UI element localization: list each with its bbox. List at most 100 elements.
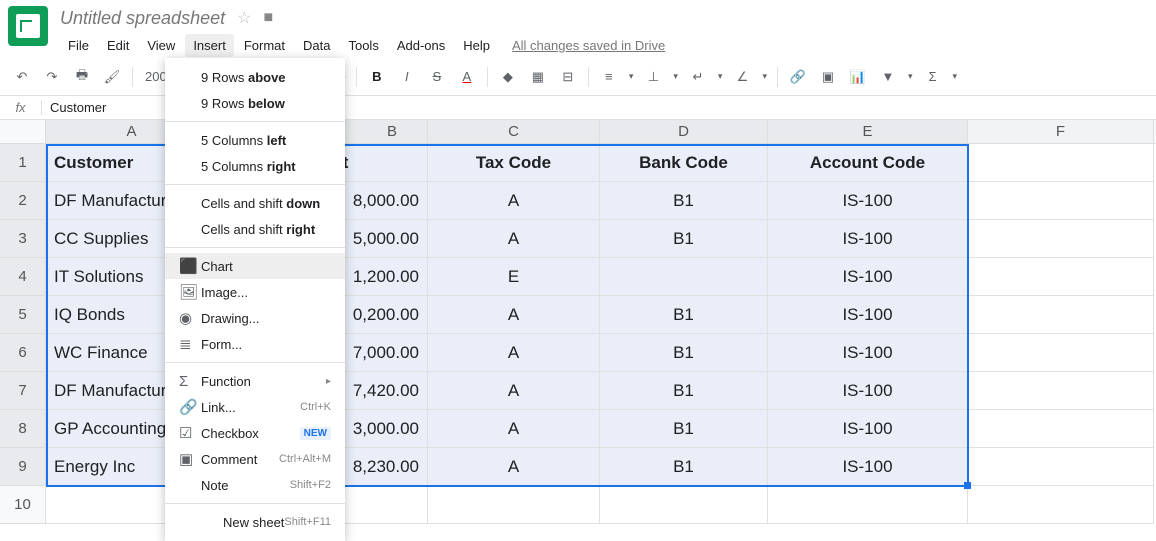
saved-status[interactable]: All changes saved in Drive [512, 38, 665, 53]
italic-button[interactable]: I [393, 63, 421, 91]
link-button[interactable]: 🔗 [784, 63, 812, 91]
menu-item-new-sheet[interactable]: New sheetShift+F11 [165, 509, 345, 535]
cell-C2[interactable]: A [428, 182, 600, 220]
borders-button[interactable]: ▦ [524, 63, 552, 91]
menu-item-right[interactable]: 5 Columns right [165, 153, 345, 179]
cell-E4[interactable]: IS-100 [768, 258, 968, 296]
cell-C1[interactable]: Tax Code [428, 144, 600, 182]
cell-C5[interactable]: A [428, 296, 600, 334]
cell-E1[interactable]: Account Code [768, 144, 968, 182]
halign-button[interactable]: ≡ [595, 63, 623, 91]
cell-C6[interactable]: A [428, 334, 600, 372]
cell-D7[interactable]: B1 [600, 372, 768, 410]
menu-item-comment[interactable]: ▣CommentCtrl+Alt+M [165, 446, 345, 472]
menu-tools[interactable]: Tools [340, 34, 386, 57]
rotate-button[interactable]: ∠ [728, 63, 756, 91]
menu-item-function[interactable]: ΣFunction▸ [165, 368, 345, 394]
menu-item-drawing-[interactable]: ◉Drawing... [165, 305, 345, 331]
redo-button[interactable]: ↷ [38, 63, 66, 91]
cell-C7[interactable]: A [428, 372, 600, 410]
cell-D1[interactable]: Bank Code [600, 144, 768, 182]
menu-item-below[interactable]: 9 Rows below [165, 90, 345, 116]
star-icon[interactable]: ☆ [237, 8, 251, 28]
row-header-9[interactable]: 9 [0, 448, 46, 486]
undo-button[interactable]: ↶ [8, 63, 36, 91]
menu-help[interactable]: Help [455, 34, 498, 57]
text-color-button[interactable]: A [453, 63, 481, 91]
bold-button[interactable]: B [363, 63, 391, 91]
cell-F8[interactable] [968, 410, 1154, 448]
cell-F9[interactable] [968, 448, 1154, 486]
row-header-10[interactable]: 10 [0, 486, 46, 524]
menu-edit[interactable]: Edit [99, 34, 137, 57]
cell-F3[interactable] [968, 220, 1154, 258]
cell-D6[interactable]: B1 [600, 334, 768, 372]
cell-D4[interactable] [600, 258, 768, 296]
col-header-E[interactable]: E [768, 120, 968, 143]
row-header-6[interactable]: 6 [0, 334, 46, 372]
row-header-2[interactable]: 2 [0, 182, 46, 220]
doc-title[interactable]: Untitled spreadsheet [60, 8, 225, 29]
cell-E10[interactable] [768, 486, 968, 524]
cell-F7[interactable] [968, 372, 1154, 410]
wrap-button[interactable]: ↵ [684, 63, 712, 91]
cell-E2[interactable]: IS-100 [768, 182, 968, 220]
cell-F6[interactable] [968, 334, 1154, 372]
cell-C9[interactable]: A [428, 448, 600, 486]
menu-item-form-[interactable]: ≣Form... [165, 331, 345, 357]
folder-icon[interactable]: ■ [263, 9, 273, 27]
cell-E7[interactable]: IS-100 [768, 372, 968, 410]
fill-color-button[interactable]: ◆ [494, 63, 522, 91]
cell-D3[interactable]: B1 [600, 220, 768, 258]
strike-button[interactable]: S [423, 63, 451, 91]
cell-D2[interactable]: B1 [600, 182, 768, 220]
menu-item-image-[interactable]: 🖼Image... [165, 279, 345, 305]
row-header-7[interactable]: 7 [0, 372, 46, 410]
menu-item-down[interactable]: Cells and shift down [165, 190, 345, 216]
menu-file[interactable]: File [60, 34, 97, 57]
row-header-4[interactable]: 4 [0, 258, 46, 296]
select-all-corner[interactable] [0, 120, 46, 143]
menu-data[interactable]: Data [295, 34, 338, 57]
cell-E9[interactable]: IS-100 [768, 448, 968, 486]
cell-E5[interactable]: IS-100 [768, 296, 968, 334]
cell-E3[interactable]: IS-100 [768, 220, 968, 258]
cell-D5[interactable]: B1 [600, 296, 768, 334]
menu-addons[interactable]: Add-ons [389, 34, 453, 57]
menu-item-left[interactable]: 5 Columns left [165, 127, 345, 153]
cell-F5[interactable] [968, 296, 1154, 334]
row-header-3[interactable]: 3 [0, 220, 46, 258]
cell-D9[interactable]: B1 [600, 448, 768, 486]
filter-button[interactable]: ▼ [874, 63, 902, 91]
cell-E6[interactable]: IS-100 [768, 334, 968, 372]
cell-C10[interactable] [428, 486, 600, 524]
chart-button[interactable]: 📊 [844, 63, 872, 91]
col-header-F[interactable]: F [968, 120, 1154, 143]
col-header-C[interactable]: C [428, 120, 600, 143]
row-header-1[interactable]: 1 [0, 144, 46, 182]
selection-handle[interactable] [964, 482, 971, 489]
menu-item-chart[interactable]: ⬛Chart [165, 253, 345, 279]
menu-item-link-[interactable]: 🔗Link...Ctrl+K [165, 394, 345, 420]
comment-button[interactable]: ▣ [814, 63, 842, 91]
menu-format[interactable]: Format [236, 34, 293, 57]
menu-insert[interactable]: Insert [185, 34, 234, 57]
sheets-logo[interactable] [8, 6, 48, 46]
cell-C8[interactable]: A [428, 410, 600, 448]
cell-C4[interactable]: E [428, 258, 600, 296]
menu-item-right[interactable]: Cells and shift right [165, 216, 345, 242]
menu-item-above[interactable]: 9 Rows above [165, 64, 345, 90]
row-header-5[interactable]: 5 [0, 296, 46, 334]
row-header-8[interactable]: 8 [0, 410, 46, 448]
cell-E8[interactable]: IS-100 [768, 410, 968, 448]
cell-D10[interactable] [600, 486, 768, 524]
cell-F1[interactable] [968, 144, 1154, 182]
merge-button[interactable]: ⊟ [554, 63, 582, 91]
cell-F4[interactable] [968, 258, 1154, 296]
print-button[interactable]: 🖶 [68, 63, 96, 91]
cell-F10[interactable] [968, 486, 1154, 524]
valign-button[interactable]: ⊥ [639, 63, 667, 91]
functions-button[interactable]: Σ [919, 63, 947, 91]
cell-F2[interactable] [968, 182, 1154, 220]
menu-item-checkbox[interactable]: ☑CheckboxNEW [165, 420, 345, 446]
